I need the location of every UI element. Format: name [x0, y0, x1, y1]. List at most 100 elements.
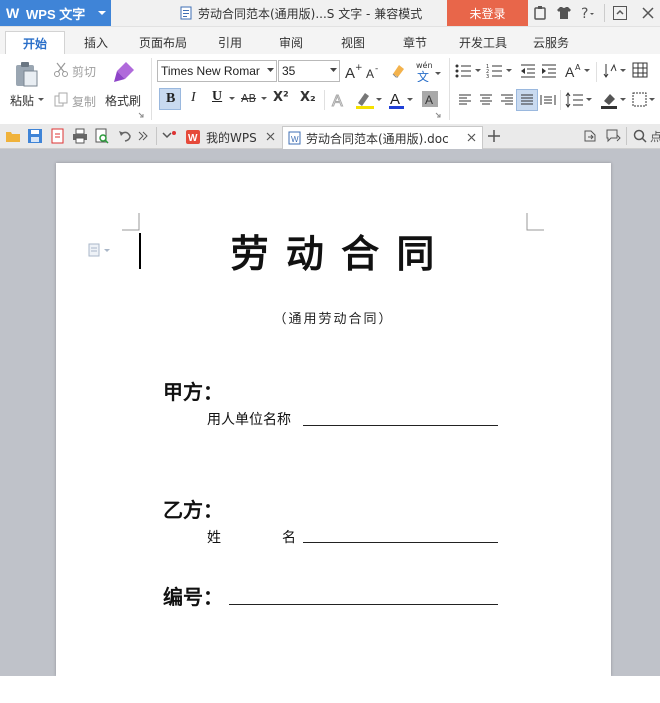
app-name: WPS 文字 [26, 6, 86, 22]
bold-button[interactable]: B [159, 88, 181, 110]
ribbon: 粘贴 剪切 复制 格式刷 Times New Romar 35 A + A- wé… [0, 54, 660, 125]
menu-tabs: 开始 插入 页面布局 引用 审阅 视图 章节 开发工具 云服务 [0, 27, 660, 54]
share-icon[interactable] [583, 129, 597, 143]
document-subtitle: （通用劳动合同） [273, 312, 394, 327]
font-size-select[interactable]: 35 [278, 60, 340, 82]
decrease-indent-icon[interactable] [520, 63, 536, 79]
tab-cloud[interactable]: 云服务 [524, 31, 578, 53]
copy-icon[interactable] [53, 92, 69, 108]
more-icon[interactable] [137, 130, 149, 142]
svg-text:A: A [345, 65, 355, 80]
app-menu-button[interactable]: W WPS 文字 [0, 0, 111, 26]
quick-access-bar: W 我的WPS W 劳动合同范本(通用版).doc 点 [0, 124, 660, 149]
char-shading-icon[interactable]: A [422, 91, 438, 107]
comment-icon[interactable] [606, 129, 622, 143]
bullets-icon[interactable] [455, 63, 485, 79]
party-a-underline[interactable] [303, 425, 498, 426]
open-folder-icon[interactable] [5, 128, 21, 144]
document-page[interactable]: 劳 动 合 同 （通用劳动合同） 甲方： 用人单位名称 乙方： 姓 名 编号： [56, 163, 611, 676]
search-label-partial: 点 [650, 130, 660, 144]
cut-icon[interactable] [53, 62, 69, 78]
chevron-down-icon[interactable] [228, 96, 236, 102]
window-title: 劳动合同范本(通用版)...S 文字 - 兼容模式 [180, 5, 422, 21]
shrink-font-icon[interactable]: A- [365, 64, 381, 80]
sort-icon[interactable] [603, 62, 629, 80]
party-b-underline[interactable] [303, 542, 498, 543]
svg-text:W: W [291, 135, 299, 144]
svg-text:-: - [375, 64, 378, 74]
svg-text:A: A [390, 91, 400, 108]
qbar-separator [626, 127, 627, 145]
font-color-icon[interactable]: A [388, 90, 416, 110]
new-tab-icon[interactable] [487, 129, 501, 143]
tab-references[interactable]: 引用 [206, 31, 254, 53]
ribbon-separator [324, 90, 325, 110]
number-underline[interactable] [229, 604, 498, 605]
skin-icon[interactable] [532, 5, 548, 21]
dialog-launcher-icon[interactable] [138, 112, 144, 118]
save-icon[interactable] [27, 128, 43, 144]
svg-text:3: 3 [486, 74, 489, 79]
tab-view[interactable]: 视图 [329, 31, 377, 53]
doc-tab-label: 我的WPS [206, 130, 257, 145]
help-icon[interactable]: ? [579, 5, 595, 21]
dialog-launcher-icon[interactable] [435, 112, 441, 118]
phonetic-guide-icon[interactable]: wén文 [414, 60, 444, 82]
svg-text:A: A [425, 93, 433, 107]
tab-review[interactable]: 审阅 [267, 31, 315, 53]
increase-indent-icon[interactable] [541, 63, 557, 79]
close-tab-icon[interactable] [467, 133, 476, 142]
tab-list-icon[interactable] [162, 130, 176, 142]
tab-developer[interactable]: 开发工具 [451, 31, 515, 53]
borders-icon[interactable] [632, 91, 658, 109]
text-effect-icon[interactable]: A [330, 90, 350, 111]
highlight-icon[interactable] [354, 90, 384, 110]
font-name-select[interactable]: Times New Romar [157, 60, 277, 82]
paste-label[interactable]: 粘贴 [10, 92, 34, 109]
numbering-icon[interactable]: 123 [486, 63, 516, 79]
table-icon[interactable] [632, 62, 648, 78]
chevron-down-icon[interactable] [260, 96, 268, 102]
distributed-align-icon[interactable] [540, 93, 556, 107]
ribbon-separator [596, 62, 597, 82]
clear-format-icon[interactable] [390, 62, 406, 78]
close-tab-icon[interactable] [266, 132, 275, 141]
tab-insert[interactable]: 插入 [72, 31, 120, 53]
format-painter-icon[interactable] [112, 60, 136, 84]
italic-button[interactable]: I [191, 90, 196, 106]
shirt-icon[interactable] [556, 5, 572, 21]
format-painter-label[interactable]: 格式刷 [105, 92, 141, 109]
align-center-icon[interactable] [479, 93, 493, 107]
doc-tab-contract[interactable]: W 劳动合同范本(通用版).doc [282, 126, 483, 149]
paste-icon[interactable] [12, 60, 40, 88]
chevron-down-icon[interactable] [37, 97, 45, 103]
grow-font-icon[interactable]: A + [344, 62, 362, 80]
minimize-ribbon-icon[interactable] [612, 5, 628, 21]
cut-label[interactable]: 剪切 [72, 63, 96, 80]
underline-button[interactable]: U [212, 89, 222, 105]
print-icon[interactable] [72, 128, 88, 144]
tab-home[interactable]: 开始 [5, 31, 65, 54]
line-spacing-icon[interactable] [565, 92, 595, 108]
tab-page-layout[interactable]: 页面布局 [132, 31, 194, 53]
svg-text:A: A [366, 67, 374, 80]
login-button[interactable]: 未登录 [447, 0, 528, 26]
party-b-field-label-1: 姓 [207, 530, 221, 546]
tab-section[interactable]: 章节 [391, 31, 439, 53]
search-icon[interactable] [633, 129, 647, 143]
strikethrough-button[interactable]: AB [241, 92, 256, 105]
shading-icon[interactable] [600, 91, 630, 109]
print-preview-icon[interactable] [94, 128, 110, 144]
chevron-down-icon [330, 68, 337, 72]
align-right-icon[interactable] [500, 93, 514, 107]
close-icon[interactable] [640, 5, 656, 21]
justify-button[interactable] [516, 89, 538, 111]
copy-label[interactable]: 复制 [72, 93, 96, 110]
export-pdf-icon[interactable] [50, 128, 66, 144]
superscript-button[interactable]: X² [273, 90, 289, 105]
undo-icon[interactable] [117, 128, 133, 144]
change-case-icon[interactable]: AA [564, 62, 594, 80]
align-left-icon[interactable] [458, 93, 472, 107]
subscript-button[interactable]: X₂ [300, 90, 316, 105]
doc-tab-my-wps[interactable]: W 我的WPS [180, 126, 280, 148]
